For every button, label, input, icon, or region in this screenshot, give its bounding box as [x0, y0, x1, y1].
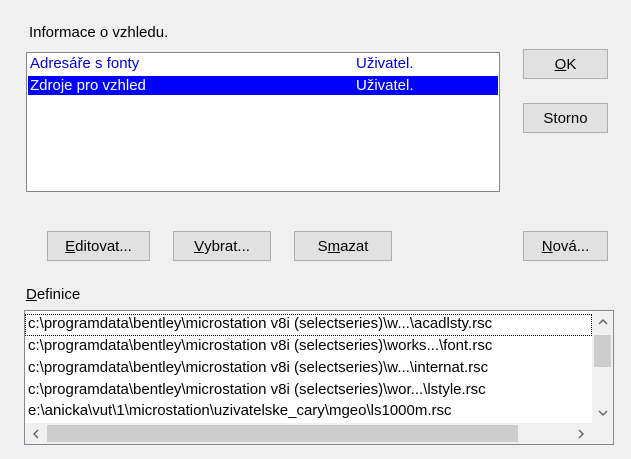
- list-item-type: Uživatel.: [356, 55, 414, 72]
- definition-item[interactable]: c:\programdata\bentley\microstation v8i …: [25, 314, 592, 336]
- vertical-scroll-thumb[interactable]: [594, 335, 611, 367]
- definition-item[interactable]: e:\anicka\vut\1\microstation\uzivatelske…: [28, 402, 452, 422]
- storno-button[interactable]: Storno: [523, 103, 608, 133]
- new-button[interactable]: Nová...: [523, 231, 608, 261]
- select-button[interactable]: Vybrat...: [173, 231, 271, 261]
- scrollbar-corner: [592, 423, 613, 444]
- edit-button[interactable]: Editovat...: [47, 231, 150, 261]
- list-item-appearance-sources[interactable]: Zdroje pro vzhled Uživatel.: [28, 76, 498, 95]
- definitions-label: Definice: [26, 286, 81, 303]
- ok-button[interactable]: OK: [523, 49, 608, 79]
- scroll-right-arrow-icon[interactable]: [571, 424, 591, 444]
- delete-button[interactable]: Sm azat: [294, 231, 392, 261]
- list-item-font-directories[interactable]: Adresáře s fonty Uživatel.: [28, 54, 498, 73]
- definition-item[interactable]: c:\programdata\bentley\microstation v8i …: [28, 359, 488, 379]
- list-item-name: Adresáře s fonty: [30, 55, 140, 72]
- scroll-up-arrow-icon[interactable]: [593, 312, 613, 332]
- list-item-name: Zdroje pro vzhled: [30, 77, 146, 94]
- appearance-info-list[interactable]: Adresáře s fonty Uživatel. Zdroje pro vz…: [26, 52, 500, 192]
- list-item-type: Uživatel.: [356, 77, 414, 94]
- vertical-scrollbar[interactable]: [592, 311, 613, 424]
- scroll-down-arrow-icon[interactable]: [593, 403, 613, 423]
- horizontal-scrollbar[interactable]: [25, 423, 592, 444]
- definitions-list[interactable]: c:\programdata\bentley\microstation v8i …: [24, 310, 614, 445]
- horizontal-scroll-thumb[interactable]: [47, 425, 518, 442]
- scroll-left-arrow-icon[interactable]: [26, 424, 46, 444]
- definition-item[interactable]: c:\programdata\bentley\microstation v8i …: [28, 381, 486, 401]
- definition-item[interactable]: c:\programdata\bentley\microstation v8i …: [28, 337, 492, 357]
- appearance-info-label: Informace o vzhledu.: [29, 24, 169, 41]
